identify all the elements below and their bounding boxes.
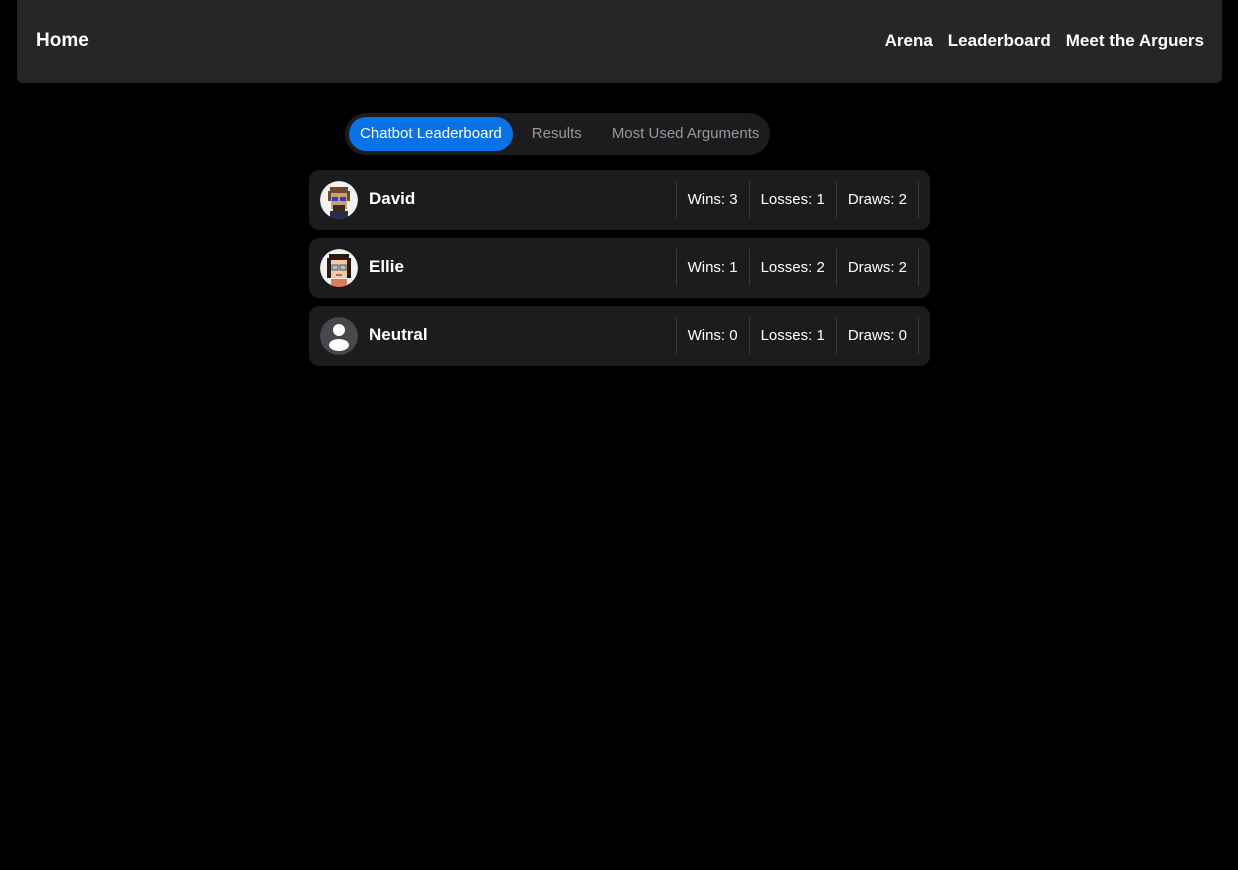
tab-chatbot-leaderboard[interactable]: Chatbot Leaderboard [349,117,513,151]
top-navbar: Home Arena Leaderboard Meet the Arguers [17,0,1222,83]
wins-count: Wins: 0 [677,317,750,354]
leaderboard-row: Ellie Wins: 1 Losses: 2 Draws: 2 [309,238,930,298]
losses-count: Losses: 2 [750,249,837,286]
nav-link-meet-the-arguers[interactable]: Meet the Arguers [1066,31,1204,51]
player-stats: Wins: 0 Losses: 1 Draws: 0 [675,317,919,354]
david-avatar-icon [320,181,358,219]
leaderboard-tabs: Chatbot Leaderboard Results Most Used Ar… [345,113,770,155]
leaderboard-row: Neutral Wins: 0 Losses: 1 Draws: 0 [309,306,930,366]
losses-count: Losses: 1 [750,317,837,354]
player-stats: Wins: 1 Losses: 2 Draws: 2 [675,249,919,286]
nav-home-link[interactable]: Home [36,30,89,52]
nav-link-leaderboard[interactable]: Leaderboard [948,31,1051,51]
ellie-avatar-icon [320,249,358,287]
player-name: Neutral [369,325,428,344]
draws-count: Draws: 2 [837,181,919,218]
player-name: Ellie [369,257,404,276]
draws-count: Draws: 0 [837,317,919,354]
nav-links: Arena Leaderboard Meet the Arguers [885,31,1204,51]
wins-count: Wins: 1 [677,249,750,286]
tab-results[interactable]: Results [521,117,593,151]
nav-link-arena[interactable]: Arena [885,31,933,51]
draws-count: Draws: 2 [837,249,919,286]
leaderboard-list: David Wins: 3 Losses: 1 Draws: 2 Ellie W… [309,170,930,374]
player-stats: Wins: 3 Losses: 1 Draws: 2 [675,181,919,218]
player-name: David [369,189,416,208]
user-placeholder-icon [320,317,358,355]
wins-count: Wins: 3 [677,181,750,218]
leaderboard-row: David Wins: 3 Losses: 1 Draws: 2 [309,170,930,230]
tab-most-used-arguments[interactable]: Most Used Arguments [601,117,771,151]
losses-count: Losses: 1 [750,181,837,218]
